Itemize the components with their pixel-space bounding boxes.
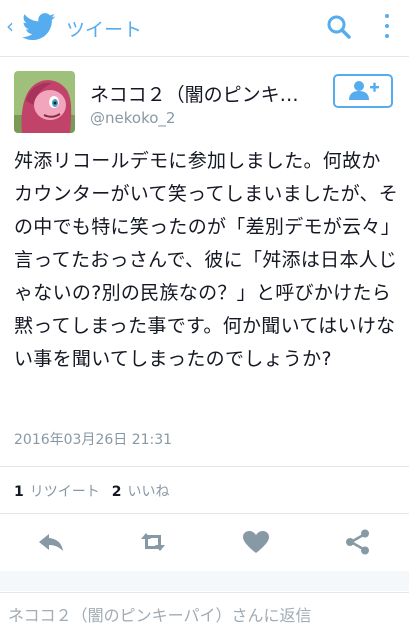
retweet-count: 1 [14, 484, 24, 500]
separator-band [0, 571, 409, 591]
back-icon[interactable]: ‹ [6, 14, 14, 38]
more-vertical-icon[interactable] [382, 14, 392, 42]
like-label[interactable]: いいね [128, 484, 170, 500]
display-name[interactable]: ネココ２（闇のピンキ… [90, 80, 316, 107]
divider [0, 466, 409, 467]
add-user-icon [349, 81, 379, 100]
avatar-image [14, 71, 75, 133]
top-bar: ‹ ツイート [0, 0, 409, 57]
like-heart-icon[interactable] [241, 528, 271, 556]
search-icon[interactable] [326, 14, 352, 40]
tweet-text: 舛添リコールデモに参加しました。何故かカウンターがいて笑ってしまいましたが、その… [14, 150, 399, 370]
retweet-label[interactable]: リツイート [30, 484, 100, 500]
user-handle[interactable]: @nekoko_2 [90, 109, 175, 127]
share-icon[interactable] [343, 528, 373, 556]
reply-icon[interactable] [36, 528, 66, 556]
avatar[interactable] [14, 71, 75, 133]
like-count: 2 [111, 484, 122, 500]
follow-button[interactable] [333, 74, 393, 108]
tweet-timestamp: 2016年03月26日 21:31 [14, 432, 173, 448]
tweet-stats: 1 リツイート 2 いいね [14, 481, 170, 501]
twitter-bird-icon [22, 13, 56, 41]
retweet-icon[interactable] [138, 528, 168, 556]
page-title: ツイート [66, 19, 143, 41]
divider [0, 513, 409, 514]
reply-input[interactable]: ネココ２（闇のピンキーパイ）さんに返信 [8, 602, 312, 626]
